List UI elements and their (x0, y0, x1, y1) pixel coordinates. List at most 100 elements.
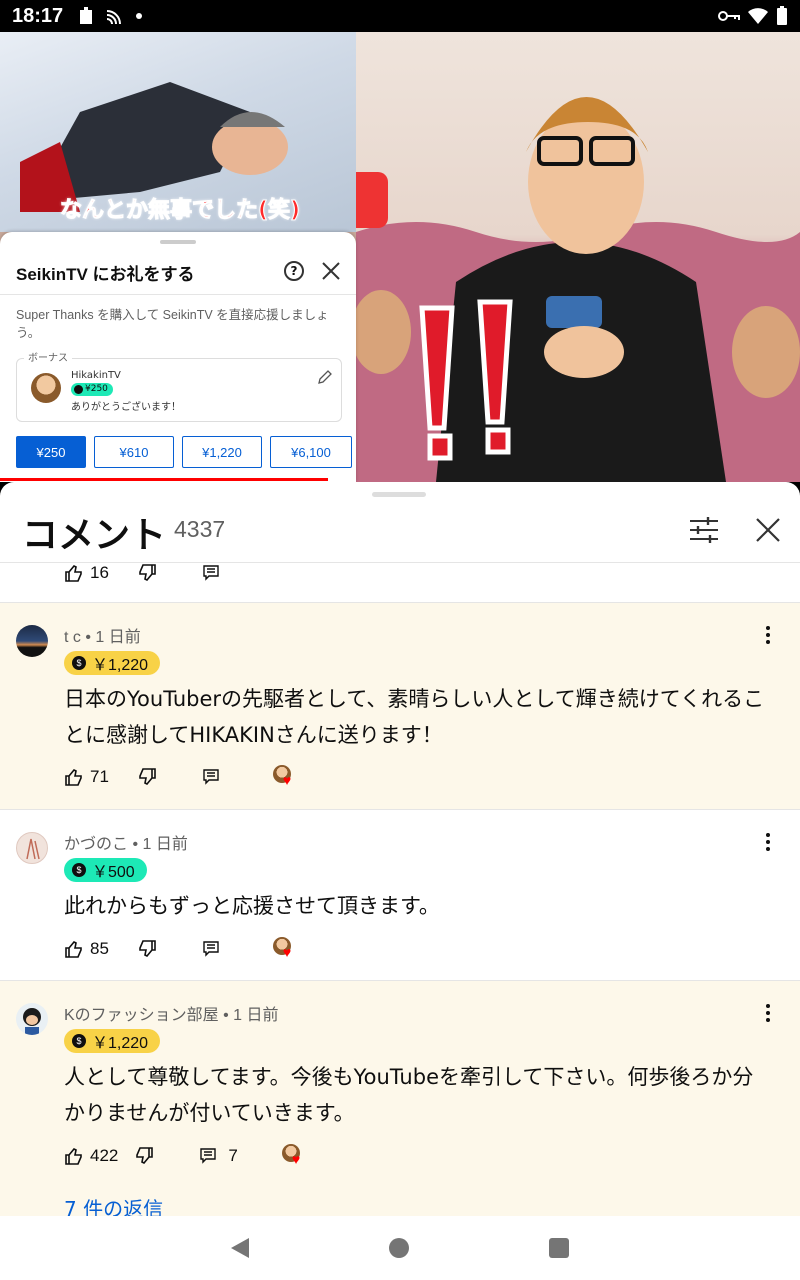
back-icon[interactable] (231, 1238, 249, 1258)
wifi-icon (748, 8, 768, 24)
super-thanks-amount: ￥1,220 (92, 657, 149, 674)
comments-count: 4337 (174, 516, 226, 542)
preview-card[interactable]: HikakinTV ¥250 ありがとうございます！ (16, 358, 342, 422)
preview-amount: ¥250 (85, 384, 108, 394)
coin-icon (74, 385, 83, 394)
reply-icon (203, 941, 219, 957)
filter-sliders-icon[interactable] (688, 516, 720, 544)
like-button[interactable]: 71 (64, 767, 109, 787)
yt-side-tab (356, 172, 388, 228)
close-icon[interactable] (320, 260, 342, 282)
close-icon[interactable] (754, 516, 782, 544)
super-thanks-title: SeikinTV にお礼をする (16, 265, 195, 284)
amount-option-1220[interactable]: ¥1,220 (182, 436, 262, 468)
coin-icon: $ (72, 656, 86, 670)
video-caption: なんとか無事でした(笑) (59, 198, 301, 224)
amount-option-250[interactable]: ¥250 (16, 436, 86, 468)
avatar[interactable] (16, 1003, 48, 1035)
status-time: 18:17 (12, 4, 64, 27)
person-in-snow-image (20, 82, 288, 212)
thumbs-up-icon (65, 1148, 82, 1165)
comment-author-time[interactable]: t c • 1 日前 (64, 623, 141, 647)
super-thanks-badge: $ ￥500 (64, 858, 147, 882)
home-icon[interactable] (389, 1238, 409, 1258)
dislike-button[interactable] (137, 939, 157, 959)
like-count: 85 (90, 939, 109, 958)
reply-button[interactable] (203, 941, 219, 957)
like-button[interactable]: 85 (64, 939, 109, 959)
reply-icon (203, 769, 219, 785)
comment-list: 16 t c • 1 日前 $ ￥1,220 日本のYouTuberの先駆者とし… (0, 563, 800, 1216)
divider (0, 294, 356, 295)
more-vert-icon[interactable] (762, 1003, 774, 1023)
creator-heart-icon: ♥ (272, 937, 299, 961)
video-progress-bar[interactable] (0, 478, 328, 481)
like-button[interactable]: 16 (64, 563, 109, 583)
like-count: 422 (90, 1146, 119, 1165)
creator-heart-icon: ♥ (272, 765, 299, 789)
reply-button[interactable]: 7 (200, 1146, 238, 1166)
dislike-button[interactable] (134, 1146, 154, 1166)
thumbs-down-icon (139, 768, 156, 785)
system-nav-bar (0, 1216, 800, 1280)
more-vert-icon[interactable] (762, 625, 774, 645)
comment-partial: 16 (0, 563, 800, 603)
recent-apps-icon[interactable] (549, 1238, 569, 1258)
like-count: 16 (90, 563, 109, 582)
super-thanks-amount: ￥500 (92, 864, 135, 881)
comment-item: かづのこ • 1 日前 $ ￥500 此れからもずっと応援させて頂きます。 85 (0, 810, 800, 981)
vpn-key-icon (718, 11, 740, 21)
reply-count: 7 (228, 1146, 238, 1165)
bonus-label: ボーナス (24, 349, 72, 364)
thumbs-up-icon (65, 769, 82, 786)
reply-button[interactable] (203, 769, 219, 785)
reply-icon (203, 565, 219, 581)
notification-icons (77, 6, 143, 26)
thumbs-down-icon (136, 1147, 154, 1164)
dot-icon (136, 13, 143, 19)
amount-option-610[interactable]: ¥610 (94, 436, 174, 468)
status-bar: 18:17 (0, 0, 800, 32)
comment-text: 此れからもずっと応援させて頂きます。 (64, 888, 774, 924)
edit-pencil-icon[interactable] (317, 369, 333, 385)
battery-icon (777, 6, 787, 25)
comment-author-time[interactable]: かづのこ • 1 日前 (64, 830, 188, 854)
comment-actions: 422 7 ♥ (64, 1144, 308, 1168)
thumbs-down-icon (139, 564, 156, 581)
comment-actions: 16 (64, 561, 219, 585)
cast-icon (107, 10, 122, 25)
amount-option-6100[interactable]: ¥6,100 (270, 436, 352, 468)
comment-text-line: とに感謝してHIKAKINさんに送ります！ (64, 723, 443, 747)
dislike-button[interactable] (137, 767, 157, 787)
app-notification-icon (80, 7, 93, 24)
more-vert-icon[interactable] (762, 832, 774, 852)
comment-text-line: 人として尊敬してます。今後もYouTubeを牽引して下さい。何歩後ろか分 (64, 1065, 754, 1089)
avatar-character-icon (23, 1008, 41, 1035)
avatar-art-icon (26, 838, 40, 860)
preview-name: HikakinTV (71, 370, 121, 381)
comment-author-time[interactable]: Kのファッション部屋 • 1 日前 (64, 1001, 279, 1025)
like-button[interactable]: 422 (64, 1146, 118, 1166)
reply-button[interactable] (203, 565, 219, 581)
comment-text-line: 日本のYouTuberの先駆者として、素晴らしい人として輝き続けてくれるこ (64, 687, 765, 711)
preview-amount-badge: ¥250 (71, 383, 113, 396)
help-icon[interactable]: ? (284, 261, 304, 281)
reply-icon (200, 1148, 217, 1164)
like-count: 71 (90, 767, 109, 786)
super-thanks-badge: $ ￥1,220 (64, 1029, 161, 1053)
coin-icon: $ (72, 1034, 86, 1048)
drag-handle[interactable] (160, 240, 196, 244)
avatar[interactable] (16, 625, 48, 657)
view-replies-link[interactable]: 7 件の返信 (64, 1193, 163, 1216)
dislike-button[interactable] (137, 563, 157, 583)
comment-item: t c • 1 日前 $ ￥1,220 日本のYouTuberの先駆者として、素… (0, 603, 800, 810)
creator-heart-icon: ♥ (281, 1144, 308, 1168)
thumbs-up-icon (65, 941, 82, 958)
avatar[interactable] (16, 832, 48, 864)
presenter-image (356, 97, 800, 482)
comment-text-line: かりませんが付いていきます。 (64, 1101, 355, 1125)
super-thanks-badge: $ ￥1,220 (64, 651, 161, 675)
amount-options: ¥250 ¥610 ¥1,220 ¥6,100 (16, 436, 352, 468)
super-thanks-panel: SeikinTV にお礼をする ? Super Thanks を購入して Sei… (0, 232, 356, 482)
sheet-drag-handle[interactable] (372, 492, 426, 497)
